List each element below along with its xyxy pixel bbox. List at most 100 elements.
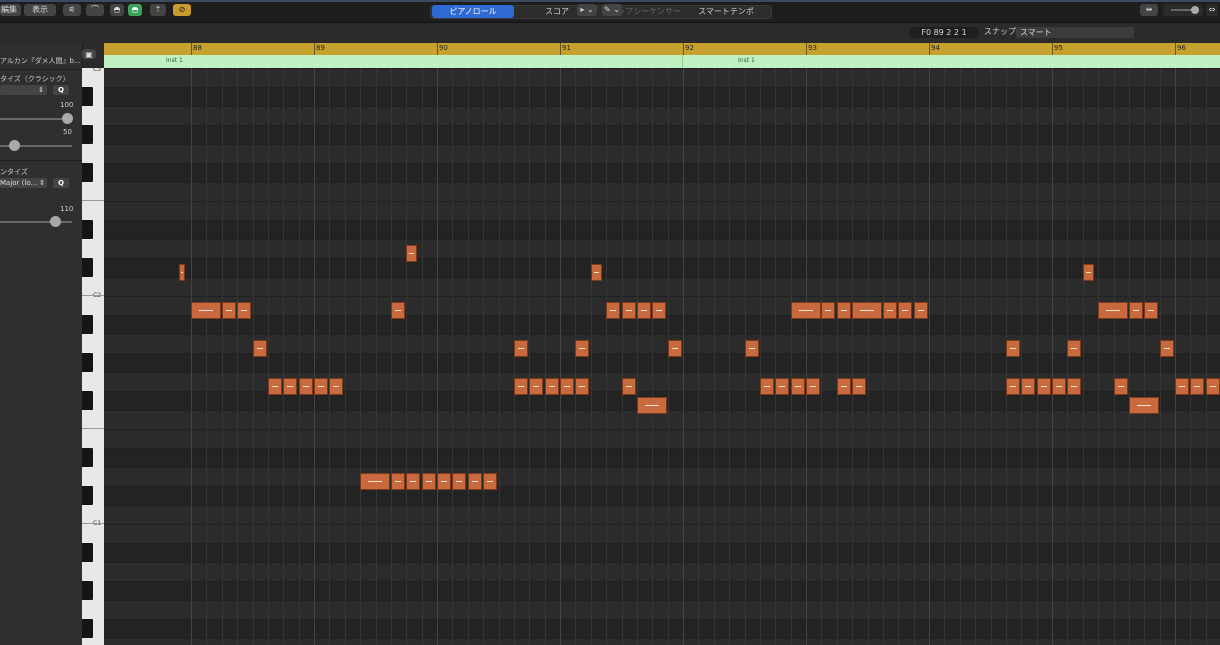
black-key[interactable] [82,163,93,182]
black-key[interactable] [82,125,93,144]
midi-note[interactable] [775,378,789,395]
midi-note[interactable] [791,302,821,319]
swing-knob[interactable] [9,140,20,151]
midi-note[interactable] [483,473,497,490]
edit-menu[interactable]: 編集 [0,4,21,16]
midi-note[interactable] [1021,378,1035,395]
black-key[interactable] [82,543,93,562]
midi-note[interactable] [1006,340,1020,357]
midi-note[interactable] [529,378,543,395]
midi-note[interactable] [652,302,666,319]
region-header[interactable]: Inst 1 Inst 1 [104,55,1220,69]
midi-note[interactable] [1083,264,1094,281]
midi-note[interactable] [545,378,559,395]
black-key[interactable] [82,220,93,239]
midi-note[interactable] [237,302,251,319]
midi-note[interactable] [1129,397,1159,414]
midi-note[interactable] [852,378,866,395]
midi-note[interactable] [1006,378,1020,395]
black-key[interactable] [82,619,93,638]
midi-note[interactable] [391,302,405,319]
midi-note[interactable] [222,302,236,319]
tab-piano-roll[interactable]: ピアノロール [432,5,514,18]
midi-note[interactable] [1144,302,1158,319]
midi-out-icon[interactable]: ◓ [110,4,124,16]
horizontal-zoom-icon[interactable]: ⇔ [1206,4,1218,16]
midi-note[interactable] [1190,378,1204,395]
midi-note[interactable] [1098,302,1128,319]
midi-note[interactable] [837,378,851,395]
midi-in-icon[interactable]: ◓ [128,4,142,16]
midi-note[interactable] [914,302,928,319]
midi-note[interactable] [898,302,912,319]
black-key[interactable] [82,448,93,467]
black-key[interactable] [82,315,93,334]
midi-note[interactable] [837,302,851,319]
midi-note[interactable] [1114,378,1128,395]
strength-knob[interactable] [62,113,73,124]
midi-note[interactable] [1206,378,1220,395]
black-key[interactable] [82,87,93,106]
bar-ruler[interactable]: 88 89 90 91 92 93 94 95 96 [104,43,1220,55]
midi-note[interactable] [1175,378,1189,395]
midi-filter-icon[interactable]: ⚟ [63,4,81,16]
black-key[interactable] [82,486,93,505]
midi-note[interactable] [283,378,297,395]
inspector-toggle-icon[interactable]: ▣ [82,49,96,59]
midi-note[interactable] [560,378,574,395]
midi-note[interactable] [314,378,328,395]
velocity-slider[interactable] [0,221,72,223]
midi-note[interactable] [821,302,835,319]
piano-keyboard[interactable]: C3 C2 C1 [82,68,104,645]
midi-note[interactable] [760,378,774,395]
midi-note[interactable] [468,473,482,490]
view-menu[interactable]: 表示 [24,4,56,16]
midi-note[interactable] [591,264,602,281]
midi-note[interactable] [791,378,805,395]
midi-note[interactable] [422,473,436,490]
midi-note[interactable] [514,378,528,395]
midi-note[interactable] [1067,340,1081,357]
pencil-tool[interactable]: ✎ ⌄ [602,4,622,16]
snap-select[interactable]: スマート [1016,27,1134,38]
midi-note[interactable] [883,302,897,319]
midi-note[interactable] [806,378,820,395]
midi-note[interactable] [622,302,636,319]
midi-note[interactable] [606,302,620,319]
midi-note[interactable] [1037,378,1051,395]
note-grid[interactable] [104,68,1220,645]
midi-note[interactable] [299,378,313,395]
midi-note[interactable] [1160,340,1174,357]
capture-icon[interactable]: ⇡ [150,4,166,16]
quantize-button[interactable]: Q [53,85,69,95]
midi-note[interactable] [637,302,651,319]
midi-note[interactable] [268,378,282,395]
midi-note[interactable] [406,245,417,262]
zoom-slider[interactable] [1163,4,1203,16]
quantize-select[interactable]: ⇕ [0,85,47,95]
tab-smart-tempo[interactable]: スマートテンポ [684,5,768,18]
midi-note[interactable] [575,378,589,395]
midi-note[interactable] [745,340,759,357]
midi-note[interactable] [1067,378,1081,395]
midi-note[interactable] [179,264,185,281]
midi-note[interactable] [391,473,405,490]
midi-note[interactable] [452,473,466,490]
black-key[interactable] [82,391,93,410]
black-key[interactable] [82,258,93,277]
midi-note[interactable] [622,378,636,395]
midi-note[interactable] [191,302,221,319]
scale-quantize-button[interactable]: Q [53,178,69,188]
midi-note[interactable] [637,397,667,414]
midi-note[interactable] [575,340,589,357]
automation-icon[interactable]: ⌒ [86,4,104,16]
midi-note[interactable] [329,378,343,395]
midi-note[interactable] [668,340,682,357]
scale-select[interactable]: Major (lo... ⇕ [0,178,47,188]
zoom-fit-icon[interactable]: ⇹ [1140,4,1158,16]
midi-note[interactable] [1129,302,1143,319]
link-icon[interactable]: ⊘ [173,4,191,16]
midi-note[interactable] [852,302,882,319]
pointer-tool[interactable]: ▸ ⌄ [577,4,597,16]
black-key[interactable] [82,353,93,372]
